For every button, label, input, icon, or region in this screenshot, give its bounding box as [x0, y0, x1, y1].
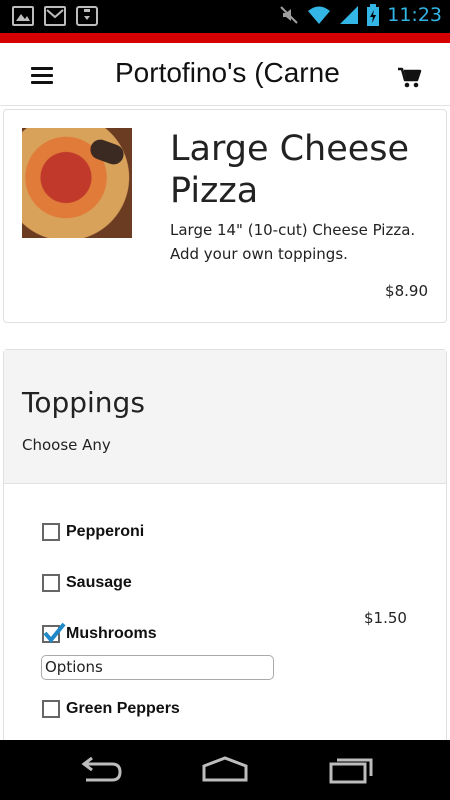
home-icon[interactable] — [200, 754, 250, 786]
system-nav-bar — [0, 740, 450, 800]
page-title: Portofino's (Carne — [115, 57, 340, 88]
check-icon — [43, 622, 66, 644]
cart-icon[interactable] — [398, 67, 422, 89]
mute-icon — [280, 6, 298, 24]
topping-option-sausage[interactable]: Sausage — [42, 571, 132, 595]
checkbox[interactable] — [42, 700, 60, 718]
topping-label: Green Peppers — [66, 700, 180, 717]
topping-price: $1.50 — [364, 609, 407, 627]
gmail-icon — [44, 6, 66, 26]
notification-icons — [12, 6, 98, 26]
topping-label: Pepperoni — [66, 523, 145, 540]
topping-label: Sausage — [66, 574, 132, 591]
checkbox-checked[interactable] — [42, 622, 66, 644]
battery-icon — [367, 4, 380, 26]
app-bar: Portofino's (Carne — [0, 43, 450, 106]
item-description: Large 14" (10-cut) Cheese Pizza. Add you… — [170, 221, 416, 263]
topping-label: Mushrooms — [66, 625, 157, 642]
image-icon — [12, 6, 34, 26]
toppings-card: Toppings Choose Any Pepperoni Sausage Mu… — [3, 349, 447, 749]
topping-option-pepperoni[interactable]: Pepperoni — [42, 520, 144, 544]
topping-option-mushrooms[interactable]: Mushrooms — [42, 622, 157, 646]
toppings-subtitle: Choose Any — [22, 436, 111, 454]
menu-icon[interactable] — [31, 67, 53, 84]
toppings-header: Toppings Choose Any — [4, 350, 446, 484]
item-card: Large Cheese Pizza Large 14" (10-cut) Ch… — [3, 109, 447, 323]
checkbox[interactable] — [42, 523, 60, 541]
briefcase-icon — [76, 6, 98, 26]
options-select[interactable]: Options — [41, 655, 274, 680]
signal-icon — [340, 6, 359, 24]
clock: 11:23 — [387, 4, 442, 26]
system-icons: 11:23 — [279, 4, 442, 26]
pizza-image — [22, 128, 132, 238]
status-bar: 11:23 — [0, 0, 450, 33]
checkbox[interactable] — [42, 574, 60, 592]
accent-bar — [0, 33, 450, 43]
back-icon[interactable] — [76, 754, 126, 786]
toppings-title: Toppings — [22, 386, 145, 419]
wifi-icon — [308, 6, 331, 24]
item-price: $8.90 — [385, 282, 428, 300]
topping-option-green-peppers[interactable]: Green Peppers — [42, 697, 180, 721]
item-title: Large Cheese Pizza — [170, 129, 410, 211]
recents-icon[interactable] — [326, 754, 376, 786]
